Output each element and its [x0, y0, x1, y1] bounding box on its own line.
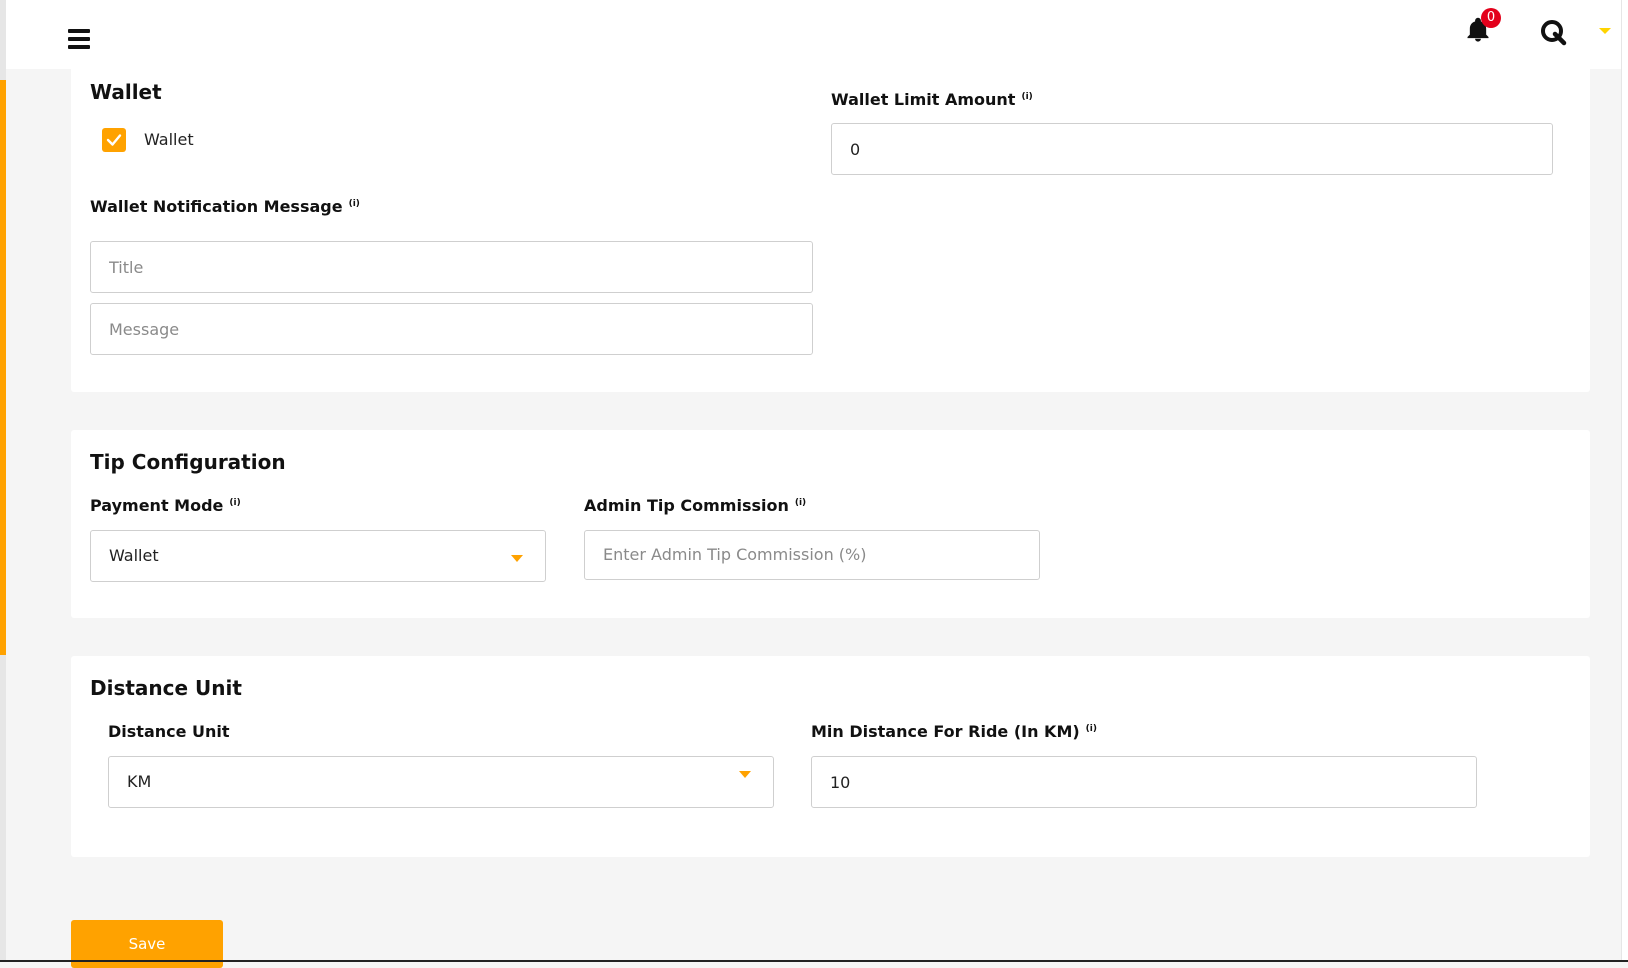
distance-unit-label: Distance Unit	[108, 722, 230, 741]
tip-configuration-card: Tip Configuration Payment Mode (i) Wallet…	[71, 430, 1590, 618]
wallet-card: Wallet Wallet Wallet Limit Amount(i) Wal…	[71, 66, 1590, 392]
wallet-checkbox[interactable]	[102, 128, 126, 152]
distance-unit-card: Distance Unit Distance Unit KM Min Dista…	[71, 656, 1590, 857]
caret-down-icon	[511, 555, 523, 562]
distance-unit-value: KM	[127, 772, 152, 791]
info-icon[interactable]: (i)	[1021, 92, 1032, 102]
q-logo-icon[interactable]	[1537, 16, 1569, 48]
wallet-notification-label: Wallet Notification Message (i)	[90, 197, 360, 216]
info-icon[interactable]: (i)	[795, 498, 806, 508]
payment-mode-value: Wallet	[109, 546, 159, 565]
wallet-limit-input[interactable]	[831, 123, 1553, 175]
caret-down-icon[interactable]	[1599, 28, 1611, 34]
info-icon[interactable]: (i)	[229, 498, 240, 508]
sidebar-scroll-indicator[interactable]	[0, 80, 6, 655]
wallet-limit-label: Wallet Limit Amount (i)	[831, 90, 1033, 109]
tip-section-title: Tip Configuration	[90, 450, 286, 474]
page-scrollbar[interactable]	[1621, 0, 1628, 962]
info-icon[interactable]: (i)	[349, 199, 360, 209]
caret-down-icon	[739, 771, 751, 778]
wallet-checkbox-label: Wallet	[144, 130, 194, 149]
notification-badge: 0	[1481, 8, 1501, 28]
min-distance-label: Min Distance For Ride (In KM) (i)	[811, 722, 1097, 741]
wallet-section-title: Wallet	[90, 80, 162, 104]
admin-tip-commission-input[interactable]	[584, 530, 1040, 580]
distance-section-title: Distance Unit	[90, 676, 242, 700]
hamburger-icon[interactable]	[68, 29, 90, 49]
payment-mode-select[interactable]: Wallet	[90, 530, 546, 582]
payment-mode-label: Payment Mode (i)	[90, 496, 241, 515]
distance-unit-select[interactable]: KM	[108, 756, 774, 808]
notification-title-input[interactable]	[90, 241, 813, 293]
min-distance-input[interactable]	[811, 756, 1477, 808]
checkmark-icon	[106, 134, 122, 146]
notification-message-input[interactable]	[90, 303, 813, 355]
admin-tip-commission-label: Admin Tip Commission (i)	[584, 496, 807, 515]
info-icon[interactable]: (i)	[1086, 724, 1097, 734]
top-navbar: 0	[6, 0, 1621, 69]
